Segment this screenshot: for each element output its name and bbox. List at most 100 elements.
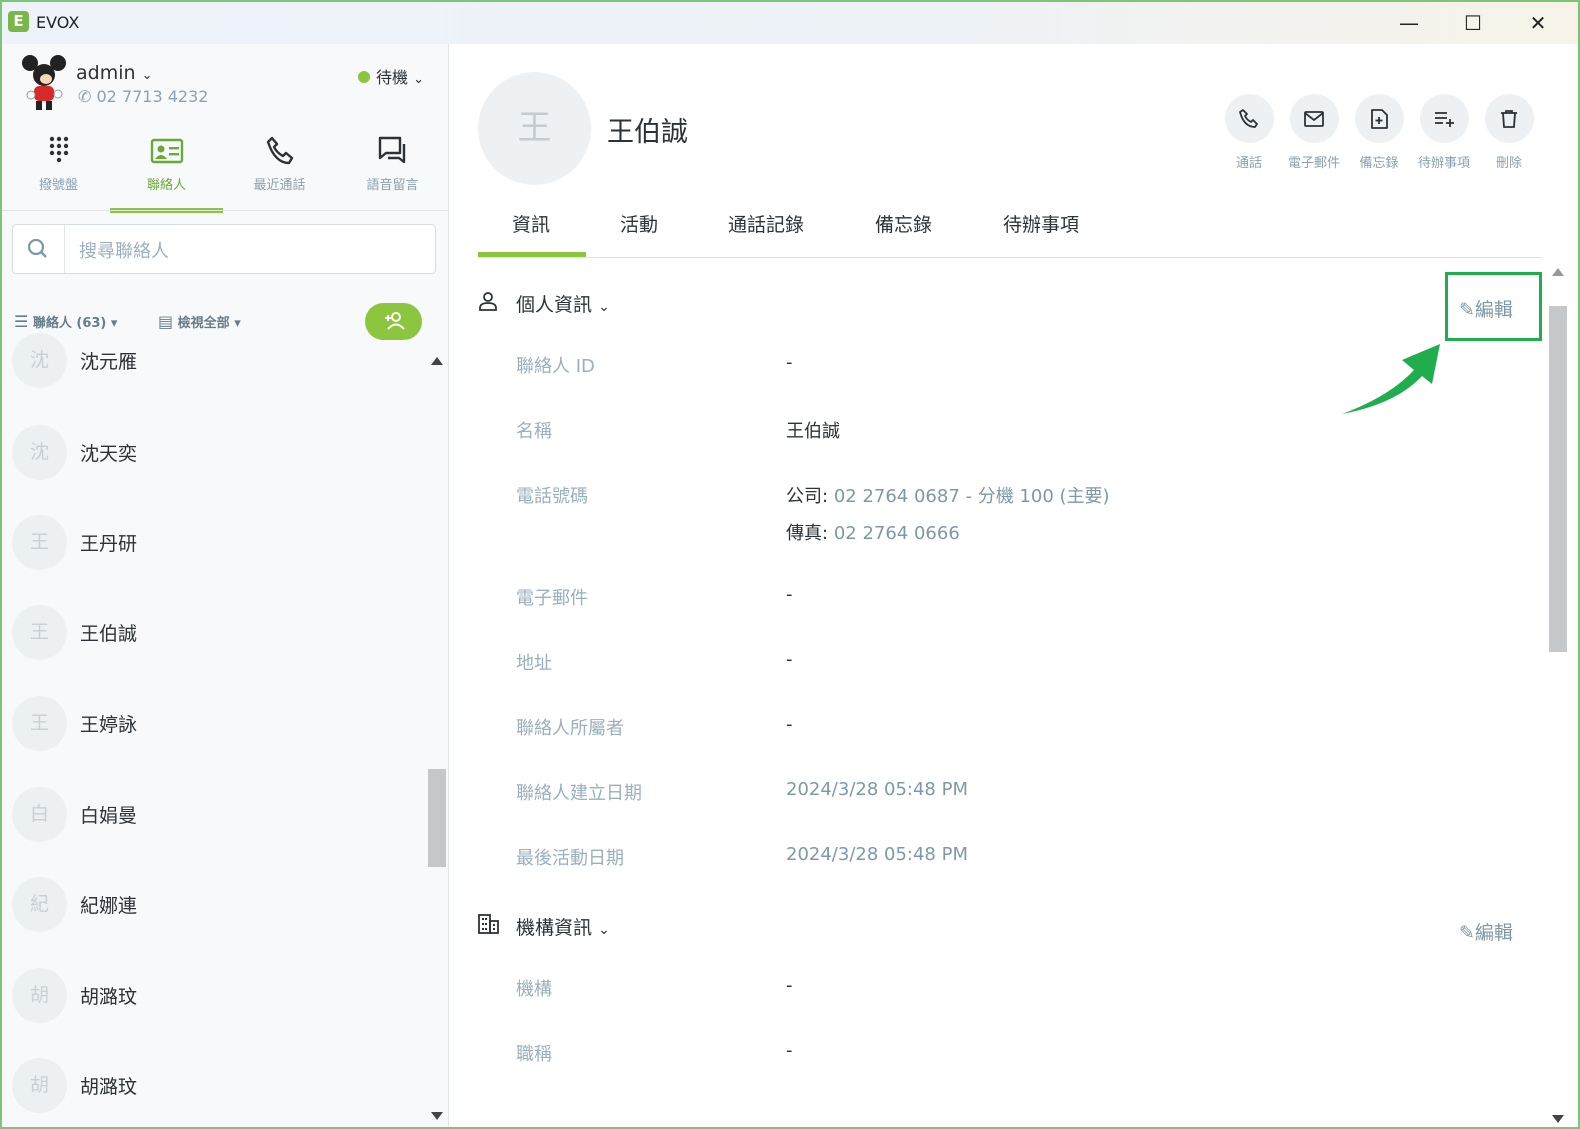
field-label: 聯絡人 ID (516, 356, 595, 377)
status-dropdown[interactable]: 待機 ⌄ (358, 64, 424, 88)
tab-contacts-label: 聯絡人 (146, 178, 186, 193)
app-window: E EVOX — ☐ ✕ admin ⌄ ✆ 02 7713 4232 待機 ⌄ (0, 0, 1580, 1129)
tab-voicemail-label: 語音留言 (366, 178, 419, 193)
contact-name: 王婷詠 (80, 714, 138, 736)
contact-avatar: 沈 (12, 333, 67, 388)
contact-avatar: 白 (12, 787, 67, 842)
email-button[interactable]: 電子郵件 (1284, 94, 1344, 171)
search-placeholder: 搜尋聯絡人 (79, 241, 169, 262)
app-title: EVOX (36, 13, 80, 32)
fax-phone-value[interactable]: 傳真: 02 2764 0666 (786, 519, 960, 545)
call-button[interactable]: 通話 (1219, 94, 1279, 171)
field-label: 地址 (516, 653, 552, 674)
list-item[interactable]: 王 王婷詠 (12, 696, 417, 752)
scroll-up-icon[interactable] (1552, 268, 1564, 276)
email-value: - (786, 584, 793, 605)
pencil-icon: ✎ (1459, 922, 1475, 944)
phone-outgoing-icon: ✆ (78, 87, 92, 106)
tab-memo[interactable]: 備忘錄 (875, 210, 932, 237)
contact-avatar: 紀 (12, 877, 67, 932)
tab-todo[interactable]: 待辦事項 (1003, 210, 1079, 237)
edit-highlight-box (1445, 272, 1542, 341)
tab-divider (478, 257, 1542, 258)
job-title-value: - (786, 1040, 793, 1061)
scroll-down-icon[interactable] (1552, 1115, 1564, 1123)
field-label: 電子郵件 (516, 588, 588, 609)
detail-scrollbar[interactable] (1549, 262, 1567, 1127)
status-dot-icon (358, 71, 370, 83)
sort-icon: ☰ (14, 312, 29, 331)
scrollbar-thumb[interactable] (1549, 306, 1567, 652)
contact-id-value: - (786, 352, 793, 373)
tab-contacts[interactable]: 聯絡人 (110, 134, 223, 213)
list-item[interactable]: 胡 胡潞玟 (12, 968, 417, 1024)
office-phone-value[interactable]: 公司: 02 2764 0687 - 分機 100 (主要) (786, 482, 1110, 508)
search-input[interactable]: 搜尋聯絡人 (12, 224, 436, 274)
org-info-section-toggle[interactable]: 機構資訊 ⌄ (516, 913, 610, 940)
list-item[interactable]: 沈 沈天奕 (12, 425, 417, 481)
contact-avatar: 王 (12, 696, 67, 751)
tab-recent-calls-label: 最近通話 (253, 178, 306, 193)
contact-avatar: 胡 (12, 968, 67, 1023)
tab-activity[interactable]: 活動 (620, 210, 658, 237)
user-name[interactable]: admin ⌄ (76, 62, 153, 84)
memo-button[interactable]: 備忘錄 (1349, 94, 1409, 171)
contact-avatar: 王 (12, 605, 67, 660)
view-filter-dropdown[interactable]: ▤ 檢視全部 ▾ (158, 312, 241, 331)
field-label: 電話號碼 (516, 486, 588, 507)
maximize-button[interactable]: ☐ (1441, 2, 1505, 44)
contact-avatar: 王 (12, 515, 67, 570)
list-item[interactable]: 白 白娟曼 (12, 787, 417, 843)
scroll-down-icon[interactable] (431, 1112, 443, 1120)
person-icon (479, 292, 497, 311)
contact-name: 胡潞玟 (80, 1076, 138, 1098)
list-item[interactable]: 沈 沈元雁 (12, 333, 417, 389)
tab-dialpad-label: 撥號盤 (38, 178, 78, 193)
search-icon (13, 225, 65, 273)
building-icon (478, 914, 499, 934)
edit-org-info-button[interactable]: ✎編輯 (1459, 918, 1513, 945)
tab-divider (2, 210, 448, 211)
list-view-icon: ▤ (158, 312, 174, 331)
name-value: 王伯誠 (786, 421, 840, 442)
voicemail-icon (378, 136, 405, 164)
contact-sort-dropdown[interactable]: ☰ 聯絡人 (63) ▾ (14, 312, 117, 331)
tab-dialpad[interactable]: 撥號盤 (2, 134, 115, 210)
minimize-button[interactable]: — (1377, 2, 1441, 44)
created-date-value: 2024/3/28 05:48 PM (786, 779, 968, 800)
contact-avatar: 沈 (12, 425, 67, 480)
close-button[interactable]: ✕ (1506, 2, 1570, 44)
add-note-icon (1371, 108, 1388, 129)
field-label: 聯絡人所屬者 (516, 718, 624, 739)
tab-info[interactable]: 資訊 (512, 210, 550, 237)
list-item[interactable]: 紀 紀娜連 (12, 877, 417, 933)
contact-name: 紀娜連 (80, 895, 138, 917)
scrollbar-thumb[interactable] (428, 769, 446, 867)
contact-detail-avatar: 王 (478, 72, 591, 185)
delete-button[interactable]: 刪除 (1479, 94, 1539, 171)
phone-icon (266, 136, 293, 165)
list-item[interactable]: 王 王丹研 (12, 515, 417, 571)
playlist-add-icon (1435, 111, 1454, 127)
contact-name: 白娟曼 (80, 805, 138, 827)
owner-value: - (786, 714, 793, 735)
last-activity-value: 2024/3/28 05:48 PM (786, 844, 968, 865)
contact-list-scrollbar[interactable] (428, 349, 446, 1124)
app-logo-icon: E (8, 11, 29, 32)
list-item[interactable]: 胡 胡潞玟 (12, 1058, 417, 1114)
contact-name: 沈天奕 (80, 443, 138, 465)
tab-recent-calls[interactable]: 最近通話 (223, 134, 336, 210)
todo-button[interactable]: 待辦事項 (1414, 94, 1474, 171)
trash-icon (1501, 109, 1517, 128)
list-item[interactable]: 王 王伯誠 (12, 605, 417, 661)
field-label: 職稱 (516, 1044, 552, 1065)
dialpad-icon (49, 136, 68, 163)
user-phone: ✆ 02 7713 4232 (78, 87, 209, 106)
scroll-up-icon[interactable] (431, 357, 443, 365)
org-value: - (786, 975, 793, 996)
user-avatar[interactable] (16, 54, 72, 112)
personal-info-section-toggle[interactable]: 個人資訊 ⌄ (516, 290, 610, 317)
contact-detail-panel: 王 王伯誠 通話 電子郵件 備忘錄 待辦事項 刪除 資訊 活動 通話記錄 備忘錄… (450, 44, 1578, 1127)
tab-voicemail[interactable]: 語音留言 (336, 134, 449, 210)
tab-call-log[interactable]: 通話記錄 (728, 210, 804, 237)
